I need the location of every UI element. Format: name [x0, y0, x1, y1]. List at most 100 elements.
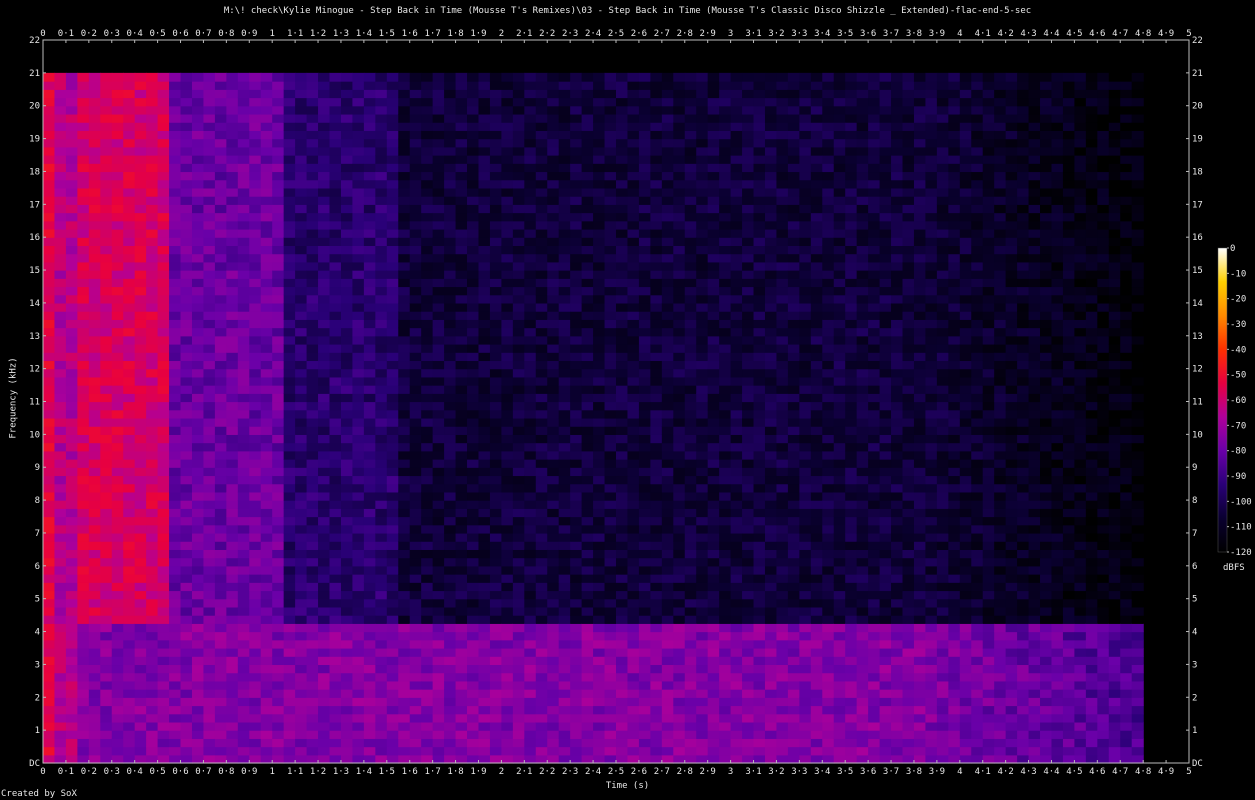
- heatmap-cell: [43, 409, 56, 419]
- heatmap-cell: [191, 401, 205, 411]
- heatmap-cell: [616, 122, 629, 131]
- heatmap-cell: [661, 565, 674, 575]
- heatmap-cell: [432, 639, 445, 649]
- heatmap-cell: [593, 245, 606, 255]
- heatmap-cell: [581, 302, 594, 312]
- heatmap-cell: [581, 565, 594, 575]
- heatmap-cell: [478, 483, 491, 493]
- heatmap-cell: [375, 705, 388, 715]
- heatmap-cell: [318, 278, 331, 288]
- heatmap-cell: [134, 590, 147, 600]
- heatmap-cell: [512, 434, 525, 444]
- heatmap-cell: [329, 434, 342, 444]
- heatmap-cell: [169, 730, 182, 739]
- heatmap-cell: [627, 705, 640, 715]
- heatmap-cell: [272, 401, 285, 411]
- heatmap-cell: [409, 155, 422, 164]
- heatmap-cell: [616, 713, 629, 723]
- heatmap-cell: [77, 582, 90, 592]
- heatmap-cell: [432, 467, 445, 477]
- heatmap-cell: [249, 598, 262, 608]
- heatmap-cell: [558, 475, 571, 485]
- heatmap-cell: [295, 664, 308, 674]
- heatmap-cell: [696, 475, 709, 485]
- heatmap-cell: [444, 697, 457, 707]
- heatmap-cell: [180, 639, 193, 649]
- heatmap-cell: [272, 278, 285, 288]
- heatmap-cell: [260, 450, 273, 460]
- heatmap-cell: [616, 302, 629, 312]
- heatmap-cell: [707, 89, 720, 99]
- heatmap-cell: [295, 450, 308, 460]
- heatmap-cell: [146, 664, 159, 674]
- heatmap-cell: [65, 647, 78, 657]
- heatmap-cell: [581, 360, 594, 370]
- heatmap-cell: [684, 253, 697, 263]
- heatmap-cell: [558, 713, 571, 723]
- heatmap-cell: [100, 713, 113, 723]
- heatmap-cell: [306, 557, 319, 567]
- heatmap-cell: [203, 163, 216, 173]
- heatmap-cell: [604, 574, 617, 583]
- heatmap-cell: [673, 491, 686, 501]
- heatmap-cell: [432, 450, 445, 460]
- heatmap-cell: [237, 541, 250, 550]
- heatmap-cell: [237, 97, 250, 107]
- heatmap-cell: [535, 516, 548, 526]
- heatmap-cell: [444, 187, 457, 197]
- heatmap-cell: [54, 467, 67, 477]
- heatmap-cell: [444, 245, 457, 255]
- heatmap-cell: [54, 245, 67, 255]
- heatmap-cell: [616, 212, 629, 222]
- heatmap-cell: [203, 72, 216, 82]
- heatmap-cell: [111, 516, 124, 526]
- heatmap-cell: [306, 746, 319, 756]
- heatmap-cell: [501, 294, 514, 304]
- heatmap-cell: [489, 319, 502, 329]
- heatmap-cell: [398, 146, 411, 156]
- heatmap-cell: [535, 697, 548, 707]
- heatmap-cell: [100, 335, 113, 345]
- heatmap-cell: [169, 680, 182, 690]
- heatmap-cell: [489, 385, 502, 394]
- heatmap-cell: [363, 385, 376, 394]
- heatmap-cell: [180, 738, 193, 748]
- heatmap-cell: [650, 212, 663, 222]
- heatmap-cell: [157, 196, 170, 205]
- heatmap-cell: [684, 335, 697, 345]
- heatmap-cell: [77, 113, 90, 123]
- heatmap-cell: [661, 606, 674, 616]
- heatmap-cell: [214, 590, 227, 600]
- heatmap-cell: [306, 524, 319, 534]
- heatmap-cell: [501, 721, 514, 731]
- heatmap-cell: [340, 664, 354, 674]
- heatmap-cell: [54, 516, 67, 526]
- heatmap-cell: [214, 606, 227, 616]
- heatmap-cell: [684, 442, 697, 452]
- heatmap-cell: [157, 146, 170, 156]
- heatmap-cell: [134, 500, 147, 509]
- heatmap-cell: [455, 738, 468, 748]
- heatmap-cell: [340, 220, 354, 230]
- heatmap-cell: [398, 615, 411, 624]
- heatmap-cell: [581, 746, 594, 756]
- heatmap-cell: [684, 146, 697, 156]
- heatmap-cell: [455, 376, 468, 386]
- heatmap-cell: [249, 549, 262, 559]
- heatmap-cell: [467, 606, 480, 616]
- heatmap-cell: [43, 286, 56, 296]
- heatmap-cell: [432, 72, 445, 82]
- heatmap-cell: [180, 81, 193, 90]
- heatmap-cell: [444, 574, 457, 583]
- heatmap-cell: [581, 335, 594, 345]
- heatmap-cell: [363, 549, 376, 559]
- heatmap-cell: [673, 409, 686, 419]
- heatmap-cell: [409, 204, 422, 214]
- heatmap-cell: [306, 664, 319, 674]
- heatmap-cell: [100, 81, 113, 90]
- heatmap-cell: [547, 541, 560, 550]
- heatmap-cell: [455, 721, 468, 731]
- heatmap-cell: [547, 327, 560, 337]
- heatmap-cell: [489, 746, 502, 756]
- heatmap-cell: [169, 483, 182, 493]
